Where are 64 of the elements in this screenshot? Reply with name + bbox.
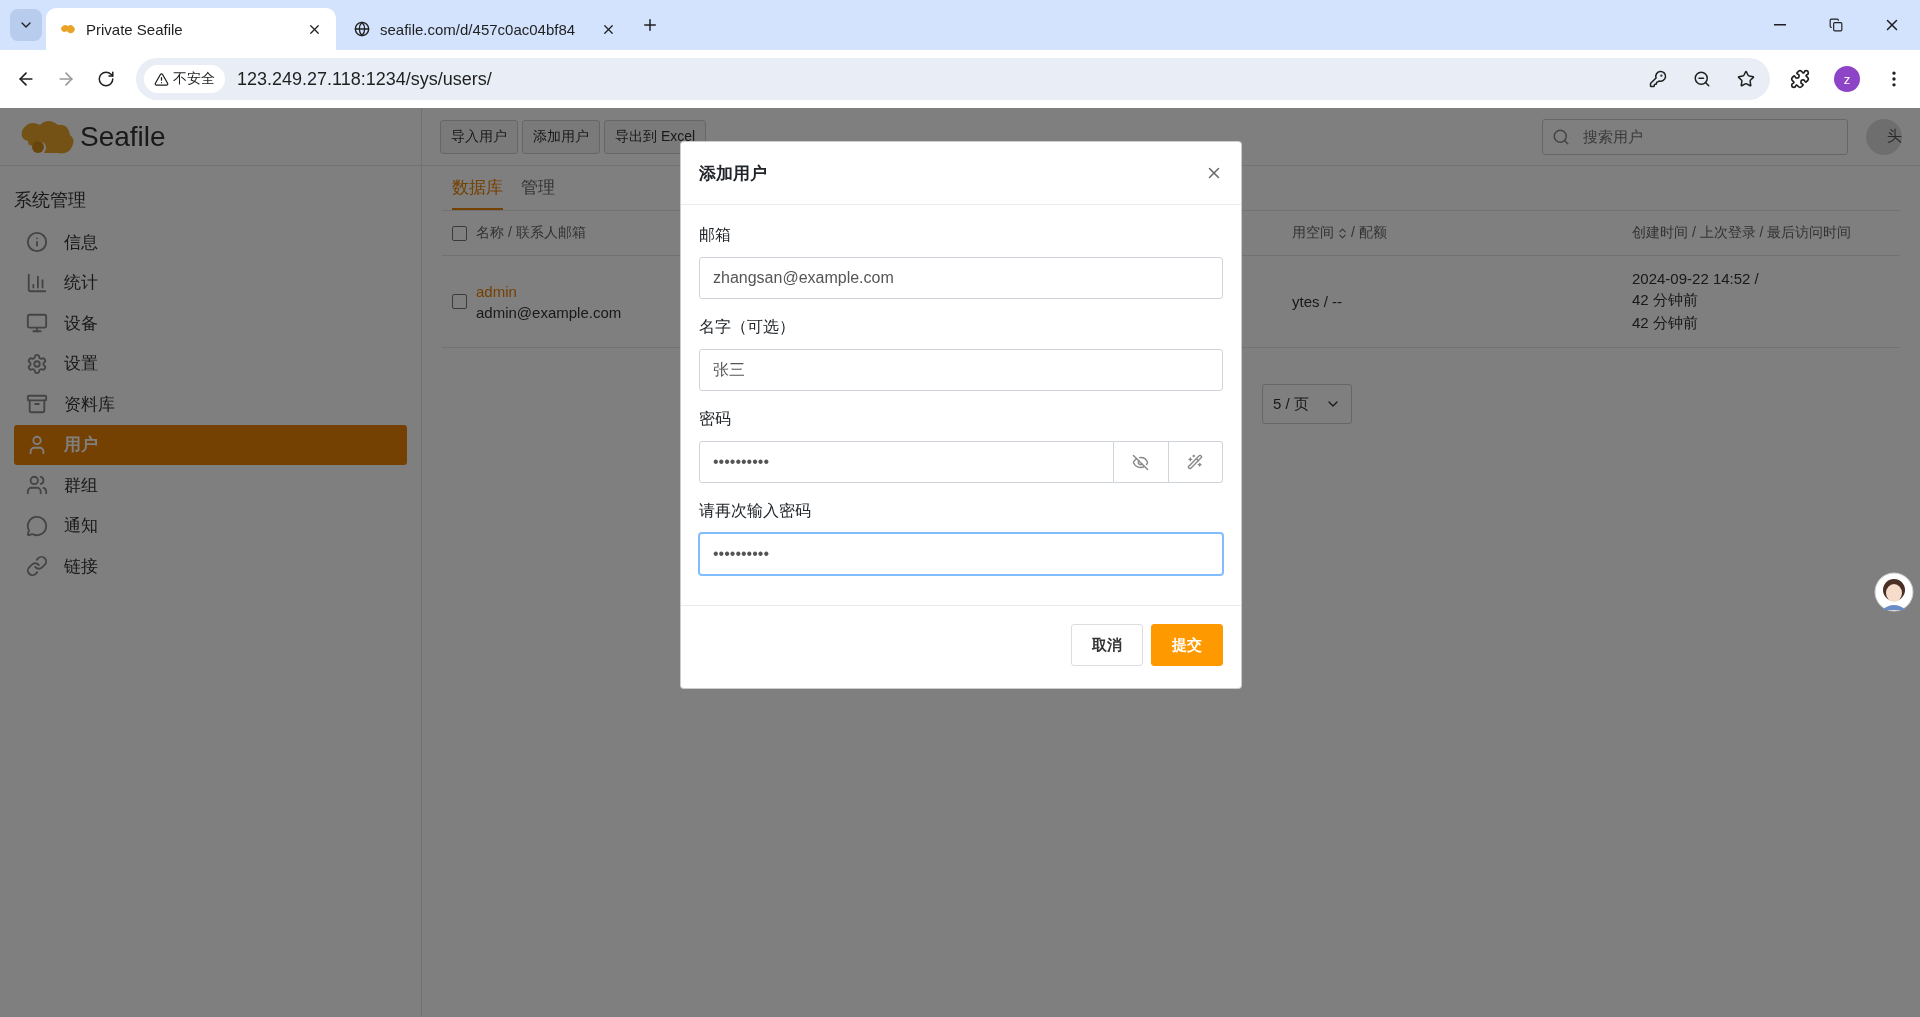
time-text: 42 分钟前 — [1632, 314, 1699, 333]
warning-icon — [154, 71, 169, 87]
sort-icon[interactable] — [1336, 226, 1349, 240]
select-all-checkbox[interactable] — [452, 225, 467, 241]
restore-icon — [1829, 18, 1843, 32]
input-field[interactable]: •••••••••• — [699, 533, 1223, 575]
field-label: 请再次输入密码 — [699, 501, 812, 521]
toolbar-button[interactable]: 导出到 Excel — [604, 119, 707, 154]
broken-avatar-image[interactable]: 头 — [1866, 118, 1902, 155]
seafile-favicon-icon — [60, 23, 76, 35]
user-email: admin@example.com — [476, 303, 623, 321]
url-text[interactable]: 123.249.27.118:1234/sys/users/ — [237, 68, 1630, 90]
sidebar-icon — [26, 555, 48, 577]
time-text: 2024-09-22 14:52 / — [1632, 270, 1760, 287]
toolbar-button[interactable]: 导入用户 — [440, 119, 518, 154]
field-label: 名字（可选） — [699, 317, 796, 337]
dialog-title: 添加用户 — [699, 162, 767, 185]
sidebar-item[interactable]: 资料库 — [14, 384, 407, 424]
logo-text: Seafile — [80, 120, 166, 153]
password-field[interactable]: •••••••••• — [699, 441, 1115, 483]
table-cell-text: ytes / -- — [1292, 293, 1343, 310]
magic-wand-icon — [1187, 454, 1204, 470]
sidebar-icon — [26, 231, 48, 253]
column-header: / 配额 — [1351, 224, 1387, 242]
assistant-avatar-icon[interactable] — [1874, 572, 1914, 612]
input-field[interactable]: 张三 — [699, 349, 1223, 391]
sidebar-icon — [26, 271, 48, 294]
sidebar-icon — [26, 393, 48, 415]
sidebar-item[interactable]: 统计 — [14, 262, 407, 303]
minimize-icon — [1774, 24, 1786, 26]
sidebar-item[interactable]: 链接 — [14, 546, 407, 586]
reload-icon — [97, 70, 115, 88]
browser-tab[interactable]: Private Seafile — [46, 8, 336, 50]
globe-icon — [354, 21, 370, 37]
toolbar-button[interactable]: 添加用户 — [522, 119, 600, 154]
search-field[interactable]: 搜索用户 — [1542, 118, 1848, 155]
security-chip[interactable]: 不安全 — [144, 65, 225, 93]
browser-tab[interactable]: seafile.com/d/457c0ac04bf84 — [340, 8, 630, 50]
sidebar-heading: 系统管理 — [14, 189, 87, 212]
sidebar-icon — [26, 312, 48, 334]
tab-search-button[interactable] — [10, 9, 42, 41]
eye-off-icon — [1132, 453, 1150, 471]
column-header: 创建时间 / 上次登录 / 最后访问时间 — [1632, 224, 1852, 242]
sidebar-item[interactable]: 通知 — [14, 505, 407, 546]
cancel-button[interactable]: 取消 — [1071, 624, 1143, 666]
plus-icon — [641, 16, 659, 34]
sidebar-icon — [26, 352, 48, 375]
column-header: 用空间 — [1292, 224, 1334, 242]
field-label: 密码 — [699, 409, 732, 429]
column-header: 名称 / 联系人邮箱 — [476, 224, 586, 242]
row-checkbox[interactable] — [452, 294, 467, 309]
profile-avatar[interactable]: z — [1834, 66, 1860, 92]
time-text: 42 分钟前 — [1632, 291, 1699, 310]
tab[interactable]: 管理 — [521, 166, 555, 210]
sidebar-item[interactable]: 群组 — [14, 465, 407, 505]
input-field[interactable]: zhangsan@example.com — [699, 257, 1223, 299]
field-label: 邮箱 — [699, 225, 732, 245]
sidebar-icon — [26, 514, 48, 537]
per-page-select[interactable]: 5 / 页 — [1262, 384, 1352, 424]
sidebar-icon — [26, 474, 48, 496]
sidebar-item[interactable]: 设置 — [14, 343, 407, 384]
show-password-button[interactable] — [1114, 441, 1169, 483]
sidebar-item[interactable]: 设备 — [14, 303, 407, 343]
sidebar-item[interactable]: 信息 — [14, 222, 407, 262]
